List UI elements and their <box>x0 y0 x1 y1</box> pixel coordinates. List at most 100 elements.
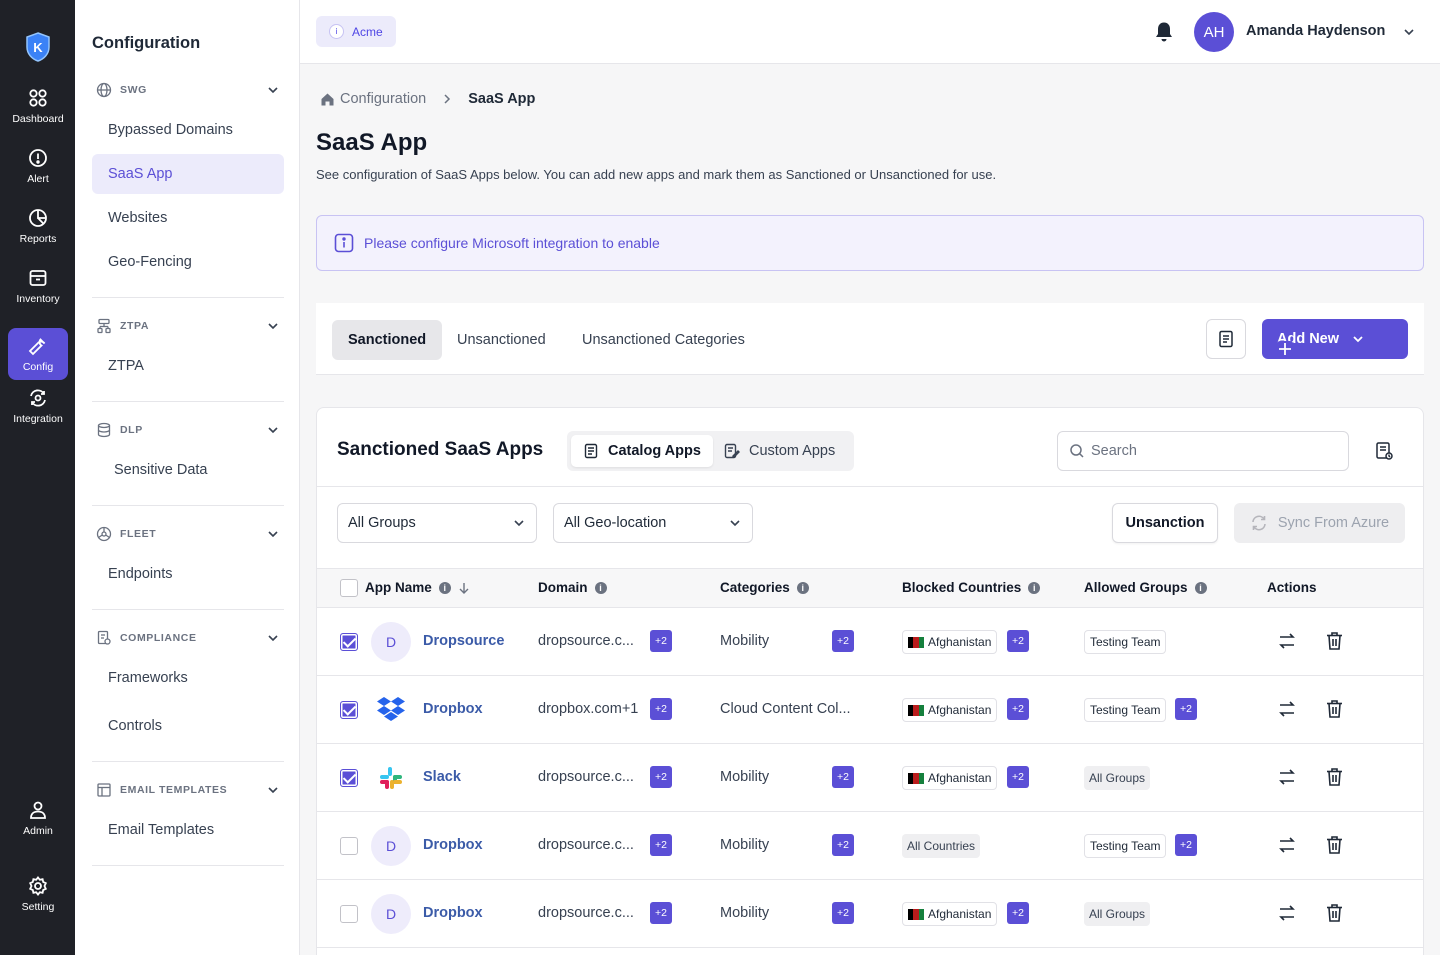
sidebar-item-controls[interactable]: Controls <box>92 706 284 746</box>
select-all-checkbox[interactable] <box>340 579 358 597</box>
rail-admin[interactable]: Admin <box>8 792 68 844</box>
tab-unsanctioned-categories[interactable]: Unsanctioned Categories <box>566 320 761 360</box>
unsanction-button[interactable]: Unsanction <box>1112 503 1218 543</box>
app-name-link[interactable]: Dropsource <box>423 633 504 649</box>
sync-azure-button[interactable]: Sync From Azure <box>1234 503 1405 543</box>
swap-icon[interactable] <box>1277 699 1297 719</box>
swap-icon[interactable] <box>1277 835 1297 855</box>
sort-arrow-icon[interactable] <box>458 582 470 594</box>
chevron-down-icon <box>268 787 278 794</box>
domain-more-badge[interactable]: +2 <box>650 902 672 924</box>
segment-catalog-apps[interactable]: Catalog Apps <box>571 435 713 467</box>
sidebar-group-label: ZTPA <box>120 320 150 332</box>
app-name-link[interactable]: Dropbox <box>423 837 483 853</box>
country-more-badge[interactable]: +2 <box>1007 698 1029 720</box>
domain-more-badge[interactable]: +2 <box>650 834 672 856</box>
sidebar-item-bypassed-domains[interactable]: Bypassed Domains <box>92 110 284 150</box>
trash-icon[interactable] <box>1325 835 1344 855</box>
chevron-down-icon <box>730 520 740 527</box>
domain-more-badge[interactable]: +2 <box>650 698 672 720</box>
row-checkbox[interactable] <box>340 633 358 651</box>
report-button[interactable] <box>1206 319 1246 359</box>
rail-alert[interactable]: Alert <box>8 140 68 192</box>
sidebar-item-endpoints[interactable]: Endpoints <box>92 554 284 594</box>
rail-integration[interactable]: Integration <box>8 380 68 432</box>
sidebar-item-frameworks[interactable]: Frameworks <box>92 658 284 698</box>
afghanistan-flag-icon <box>908 636 924 648</box>
column-label: Allowed Groups <box>1084 580 1188 595</box>
sidebar-group-compliance[interactable]: COMPLIANCE <box>92 627 284 649</box>
compliance-icon <box>97 630 111 645</box>
app-name-link[interactable]: Slack <box>423 769 461 785</box>
group-more-badge[interactable]: +2 <box>1175 834 1197 856</box>
bell-icon[interactable] <box>1154 21 1174 43</box>
category-more-badge[interactable]: +2 <box>832 834 854 856</box>
tab-sanctioned[interactable]: Sanctioned <box>332 320 443 360</box>
sidebar-item-saas-app[interactable]: SaaS App <box>92 154 284 194</box>
brand-logo-icon[interactable]: K <box>25 32 51 62</box>
app-name-link[interactable]: Dropbox <box>423 701 483 717</box>
rail-inventory[interactable]: Inventory <box>8 260 68 312</box>
category-more-badge[interactable]: +2 <box>832 630 854 652</box>
search-input[interactable]: Search <box>1057 431 1349 471</box>
sidebar-group-ztpa[interactable]: ZTPA <box>92 315 284 337</box>
swap-icon[interactable] <box>1277 631 1297 651</box>
export-report-icon[interactable] <box>1374 441 1394 461</box>
row-checkbox[interactable] <box>340 905 358 923</box>
rail-reports[interactable]: Reports <box>8 200 68 252</box>
sidebar-divider <box>92 297 284 298</box>
domain-cell: dropbox.com+1 <box>538 701 639 717</box>
trash-icon[interactable] <box>1325 903 1344 923</box>
segment-custom-apps[interactable]: Custom Apps <box>712 435 847 467</box>
user-name[interactable]: Amanda Haydenson <box>1246 23 1385 39</box>
custom-apps-icon <box>724 443 740 459</box>
sidebar-divider <box>92 505 284 506</box>
trash-icon[interactable] <box>1325 767 1344 787</box>
sidebar-group-email-templates[interactable]: EMAIL TEMPLATES <box>92 779 284 801</box>
avatar[interactable]: AH <box>1194 12 1234 52</box>
category-more-badge[interactable]: +2 <box>832 766 854 788</box>
row-checkbox[interactable] <box>340 701 358 719</box>
sidebar-item-websites[interactable]: Websites <box>92 198 284 238</box>
country-more-badge[interactable]: +2 <box>1007 630 1029 652</box>
country-name: Afghanistan <box>928 635 992 649</box>
sidebar-group-swg[interactable]: SWG <box>92 79 284 101</box>
tab-unsanctioned[interactable]: Unsanctioned <box>441 320 562 360</box>
rail-setting[interactable]: Setting <box>8 868 68 920</box>
domain-cell: dropsource.c... <box>538 837 634 853</box>
trash-icon[interactable] <box>1325 699 1344 719</box>
rail-label: Reports <box>19 232 57 245</box>
swap-icon[interactable] <box>1277 767 1297 787</box>
sidebar-group-dlp[interactable]: DLP <box>92 419 284 441</box>
domain-more-badge[interactable]: +2 <box>650 630 672 652</box>
add-new-button[interactable]: Add New <box>1262 319 1408 359</box>
groups-filter[interactable]: All Groups <box>337 503 537 543</box>
sidebar-item-geo-fencing[interactable]: Geo-Fencing <box>92 242 284 282</box>
sidebar-item-email-templates[interactable]: Email Templates <box>92 810 284 850</box>
swap-icon[interactable] <box>1277 903 1297 923</box>
row-checkbox[interactable] <box>340 837 358 855</box>
info-icon: i <box>796 581 809 594</box>
chevron-down-icon[interactable] <box>1402 25 1416 39</box>
category-more-badge[interactable]: +2 <box>832 902 854 924</box>
trash-icon[interactable] <box>1325 631 1344 651</box>
rail-config[interactable]: Config <box>8 328 68 380</box>
domain-cell: dropsource.c... <box>538 905 634 921</box>
group-more-badge[interactable]: +2 <box>1175 698 1197 720</box>
app-name-link[interactable]: Dropbox <box>423 905 483 921</box>
row-checkbox[interactable] <box>340 769 358 787</box>
rail-dashboard[interactable]: Dashboard <box>8 80 68 132</box>
sidebar-group-fleet[interactable]: FLEET <box>92 523 284 545</box>
domain-more-badge[interactable]: +2 <box>650 766 672 788</box>
column-app-name[interactable]: App Name i <box>365 580 470 595</box>
info-icon <box>334 233 354 253</box>
geo-filter[interactable]: All Geo-location <box>553 503 753 543</box>
tenant-switcher[interactable]: ⅰ Acme <box>316 16 396 47</box>
country-more-badge[interactable]: +2 <box>1007 766 1029 788</box>
alert-text[interactable]: Please configure Microsoft integration t… <box>364 235 660 251</box>
sidebar-item-sensitive-data[interactable]: Sensitive Data <box>92 450 284 490</box>
country-more-badge[interactable]: +2 <box>1007 902 1029 924</box>
svg-text:K: K <box>33 40 43 55</box>
breadcrumb-parent[interactable]: Configuration <box>340 91 426 107</box>
sidebar-item-ztpa[interactable]: ZTPA <box>92 346 284 386</box>
